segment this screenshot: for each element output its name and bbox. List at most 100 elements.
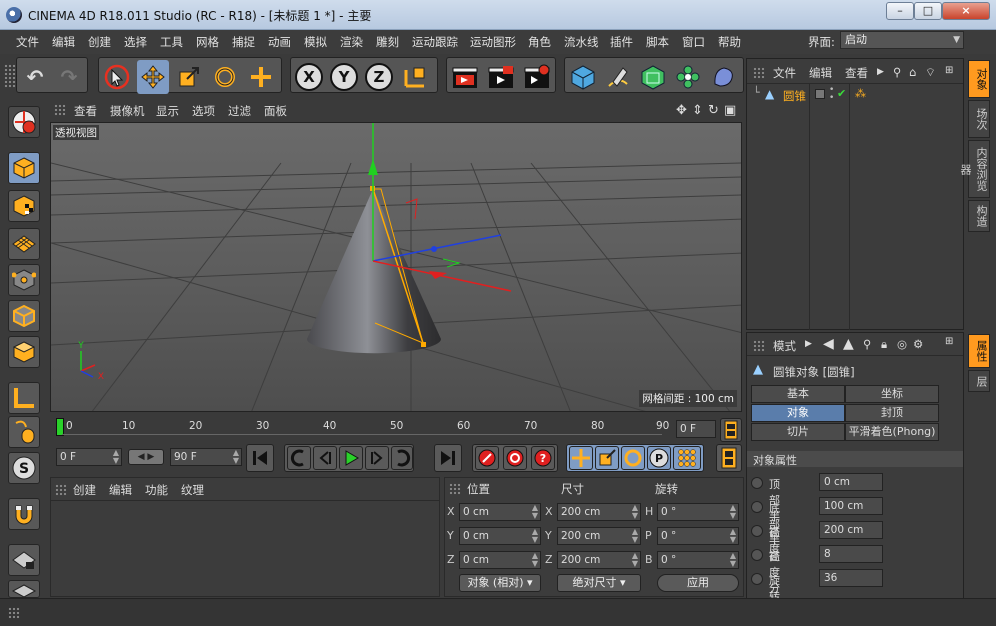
frame-range-slider[interactable]: ◀ ▶: [128, 449, 164, 465]
menu-pipeline[interactable]: 流水线: [564, 34, 599, 50]
subdivision-surface-button[interactable]: [637, 60, 669, 94]
z-axis-button[interactable]: Z: [363, 60, 395, 94]
viewport-toggle-icon[interactable]: ▣: [724, 103, 736, 118]
menu-create[interactable]: 创建: [88, 34, 111, 50]
axis-mode-button[interactable]: [8, 382, 40, 414]
object-menu-file[interactable]: 文件: [773, 65, 796, 81]
target-icon[interactable]: ◎: [897, 337, 907, 351]
tab-basic[interactable]: 基本: [751, 385, 845, 403]
go-to-start-button[interactable]: [246, 444, 274, 472]
maximize-button[interactable]: □: [914, 2, 942, 20]
play-button[interactable]: [339, 446, 363, 470]
viewport-rotate-icon[interactable]: ↻: [708, 103, 719, 118]
object-menu-edit[interactable]: 编辑: [809, 65, 832, 81]
material-menu-edit[interactable]: 编辑: [109, 482, 132, 498]
tab-object[interactable]: 对象: [751, 404, 845, 422]
coordinate-mode-dropdown[interactable]: 对象 (相对) ▾: [459, 574, 541, 592]
workplane-mode-button[interactable]: [8, 228, 40, 260]
make-editable-button[interactable]: [8, 106, 40, 138]
height-field[interactable]: 200 cm: [819, 521, 883, 539]
live-select-button[interactable]: [101, 60, 133, 94]
transform-button[interactable]: [245, 60, 277, 94]
menu-mograph[interactable]: 运动图形: [470, 34, 516, 50]
material-menu-function[interactable]: 功能: [145, 482, 168, 498]
menu-character[interactable]: 角色: [528, 34, 551, 50]
side-tab-content-browser[interactable]: 内容浏览器: [959, 140, 990, 198]
viewport-menu-options[interactable]: 选项: [192, 103, 215, 119]
autokey-button[interactable]: [503, 446, 527, 470]
spinner-icon[interactable]: ▲ ▼: [632, 528, 638, 544]
bottom-radius-field[interactable]: 100 cm: [819, 497, 883, 515]
apply-button[interactable]: 应用: [657, 574, 739, 592]
menu-snap[interactable]: 捕捉: [232, 34, 255, 50]
chevron-right-icon[interactable]: ▶: [877, 67, 884, 77]
size-z-field[interactable]: 200 cm ▲ ▼: [557, 551, 641, 569]
spinner-icon[interactable]: ▲ ▼: [730, 504, 736, 520]
viewport-menu-view[interactable]: 查看: [74, 103, 97, 119]
z-axis-point[interactable]: [431, 246, 437, 252]
record-active-button[interactable]: [475, 446, 499, 470]
viewport-pan-icon[interactable]: ✥: [676, 103, 687, 118]
visibility-dots-icon[interactable]: • •: [829, 86, 834, 103]
new-window-icon[interactable]: ⊞: [945, 336, 953, 347]
spinner-icon[interactable]: ▲ ▼: [730, 528, 736, 544]
edges-mode-button[interactable]: [8, 300, 40, 332]
side-tab-takes[interactable]: 场次: [968, 100, 990, 138]
keyframe-selection-button[interactable]: ?: [531, 446, 555, 470]
spinner-icon[interactable]: ▲ ▼: [730, 552, 736, 568]
menu-plugins[interactable]: 插件: [610, 34, 633, 50]
pen-spline-button[interactable]: [602, 60, 634, 94]
spinner-icon[interactable]: ▲ ▼: [233, 449, 239, 465]
y-axis-button[interactable]: Y: [328, 60, 360, 94]
menu-window[interactable]: 窗口: [682, 34, 705, 50]
key-parameter-button[interactable]: P: [647, 446, 671, 470]
snap-button[interactable]: S: [8, 452, 40, 484]
lock-icon[interactable]: 🔒︎: [881, 337, 887, 352]
up-arrow-icon[interactable]: ▲: [843, 336, 854, 352]
rotation-h-field[interactable]: 0 ° ▲ ▼: [657, 503, 739, 521]
spinner-icon[interactable]: ▲ ▼: [632, 552, 638, 568]
animate-radio[interactable]: [751, 501, 763, 513]
render-picture-viewer-button[interactable]: [485, 60, 517, 94]
settings-icon[interactable]: ⚙: [913, 337, 923, 351]
rotation-p-field[interactable]: 0 ° ▲ ▼: [657, 527, 739, 545]
spinner-icon[interactable]: ▲ ▼: [532, 528, 538, 544]
object-menu-view[interactable]: 查看: [845, 65, 868, 81]
size-y-field[interactable]: 200 cm ▲ ▼: [557, 527, 641, 545]
start-frame-field[interactable]: 0 F ▲ ▼: [56, 448, 122, 466]
search-icon[interactable]: ⚲: [863, 337, 871, 351]
x-axis-button[interactable]: X: [293, 60, 325, 94]
render-view-button[interactable]: [449, 60, 481, 94]
viewport-menu-filter[interactable]: 过滤: [228, 103, 251, 119]
workplane-grid-button[interactable]: [8, 580, 40, 598]
cone-handle-bottom[interactable]: [421, 342, 426, 347]
key-rotation-button[interactable]: [621, 446, 645, 470]
filter-icon[interactable]: ⌔: [925, 65, 936, 80]
menu-mesh[interactable]: 网格: [196, 34, 219, 50]
material-menu-create[interactable]: 创建: [73, 482, 96, 498]
next-frame-button[interactable]: [365, 446, 389, 470]
close-button[interactable]: ×: [942, 2, 990, 20]
chevron-right-icon[interactable]: ▶: [805, 339, 812, 349]
rotation-segments-field[interactable]: 36: [819, 569, 883, 587]
menu-animate[interactable]: 动画: [268, 34, 291, 50]
y-axis-arrow-icon[interactable]: [368, 159, 378, 175]
texture-mode-button[interactable]: [8, 190, 40, 222]
home-icon[interactable]: ⌂: [909, 65, 916, 79]
menu-render[interactable]: 渲染: [340, 34, 363, 50]
position-y-field[interactable]: 0 cm ▲ ▼: [459, 527, 541, 545]
side-tab-attributes[interactable]: 属性: [968, 334, 990, 368]
size-mode-dropdown[interactable]: 绝对尺寸 ▾: [557, 574, 641, 592]
viewport-zoom-icon[interactable]: ⇕: [692, 103, 703, 118]
minimize-button[interactable]: –: [886, 2, 914, 20]
new-window-icon[interactable]: ⊞: [945, 65, 953, 76]
spinner-icon[interactable]: ▲ ▼: [632, 504, 638, 520]
viewport-menu-panel[interactable]: 面板: [264, 103, 287, 119]
attribute-menu-mode[interactable]: 模式: [773, 338, 796, 354]
menu-script[interactable]: 脚本: [646, 34, 669, 50]
viewport-menu-display[interactable]: 显示: [156, 103, 179, 119]
deformer-button[interactable]: [707, 60, 739, 94]
animate-radio[interactable]: [751, 477, 763, 489]
model-mode-button[interactable]: [8, 152, 40, 184]
search-icon[interactable]: ⚲: [893, 65, 901, 79]
